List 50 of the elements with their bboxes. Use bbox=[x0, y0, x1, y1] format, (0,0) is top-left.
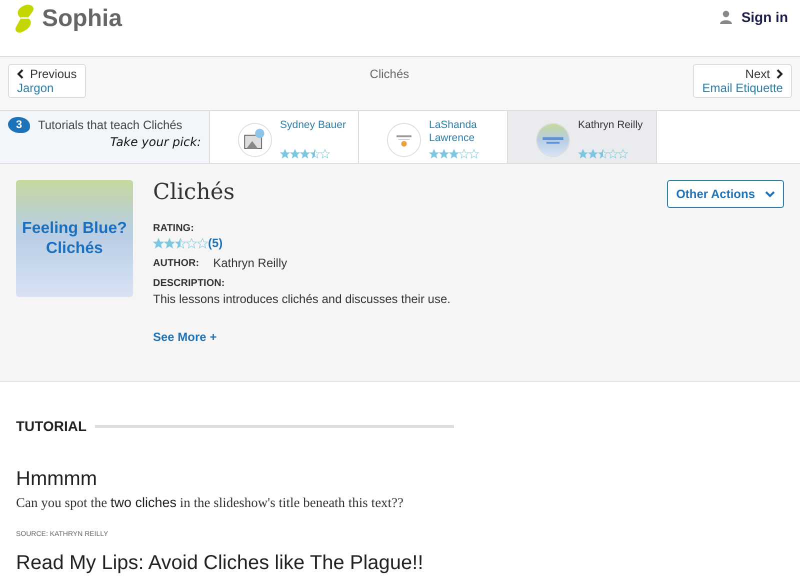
star-icon bbox=[449, 149, 459, 159]
sign-in-link[interactable]: Sign in bbox=[741, 9, 788, 25]
star-icon bbox=[290, 149, 300, 159]
author-name: LaShanda Lawrence bbox=[429, 119, 478, 146]
see-more-link[interactable]: See More + bbox=[153, 330, 668, 344]
section-heading: TUTORIAL bbox=[16, 418, 87, 434]
star-icon bbox=[459, 149, 469, 159]
tutorial-heading: Read My Lips: Avoid Cliches like The Plague!! bbox=[16, 552, 424, 575]
chevron-left-icon bbox=[17, 69, 24, 79]
star-icon bbox=[280, 149, 290, 159]
star-icon bbox=[578, 149, 588, 159]
tutorial-card[interactable]: Kathryn Reilly bbox=[508, 111, 657, 163]
description-label: DESCRIPTION: bbox=[153, 278, 226, 289]
chevron-down-icon bbox=[765, 190, 775, 198]
star-icon bbox=[608, 149, 618, 159]
tutorial-heading: Hmmmm bbox=[16, 468, 98, 491]
rating-label: RATING: bbox=[153, 223, 195, 234]
star-icon bbox=[310, 149, 320, 159]
lesson-title: Clichés bbox=[153, 180, 236, 205]
next-button[interactable]: Next Email Etiquette bbox=[693, 64, 792, 98]
chevron-right-icon bbox=[776, 69, 783, 79]
star-icon bbox=[598, 149, 608, 159]
count-badge: 3 bbox=[8, 117, 30, 133]
author-name: Kathryn Reilly bbox=[578, 119, 643, 132]
star-icon bbox=[618, 149, 628, 159]
star-icon bbox=[588, 149, 598, 159]
previous-button[interactable]: Previous Jargon bbox=[8, 64, 86, 98]
author-name: Sydney Bauer bbox=[280, 119, 346, 132]
star-icon bbox=[175, 238, 186, 248]
logo-text[interactable]: Sophia bbox=[42, 5, 122, 33]
lesson-thumbnail: Feeling Blue? Clichés bbox=[16, 180, 133, 297]
star-icon bbox=[197, 238, 208, 248]
pick-label: Take your pick: bbox=[110, 135, 201, 149]
star-icon bbox=[153, 238, 164, 248]
description-text: This lessons introduces clichés and discusses their use. bbox=[153, 292, 452, 306]
star-icon bbox=[186, 238, 197, 248]
star-icon bbox=[469, 149, 479, 159]
rating-count[interactable]: (5) bbox=[208, 236, 223, 250]
current-topic: Clichés bbox=[370, 67, 410, 81]
star-icon bbox=[300, 149, 310, 159]
author-name: Kathryn Reilly bbox=[213, 256, 288, 270]
author-label: AUTHOR: bbox=[153, 258, 200, 268]
star-icon bbox=[164, 238, 175, 248]
star-icon bbox=[429, 149, 439, 159]
star-icon bbox=[439, 149, 449, 159]
other-actions-button[interactable]: Other Actions bbox=[667, 180, 784, 208]
user-icon bbox=[719, 10, 734, 24]
tutorial-text: Can you spot the two cliches in the slideshow's title beneath this text?? bbox=[16, 495, 405, 511]
tutorials-label: Tutorials that teach Clichés bbox=[38, 118, 182, 132]
star-icon bbox=[320, 149, 330, 159]
